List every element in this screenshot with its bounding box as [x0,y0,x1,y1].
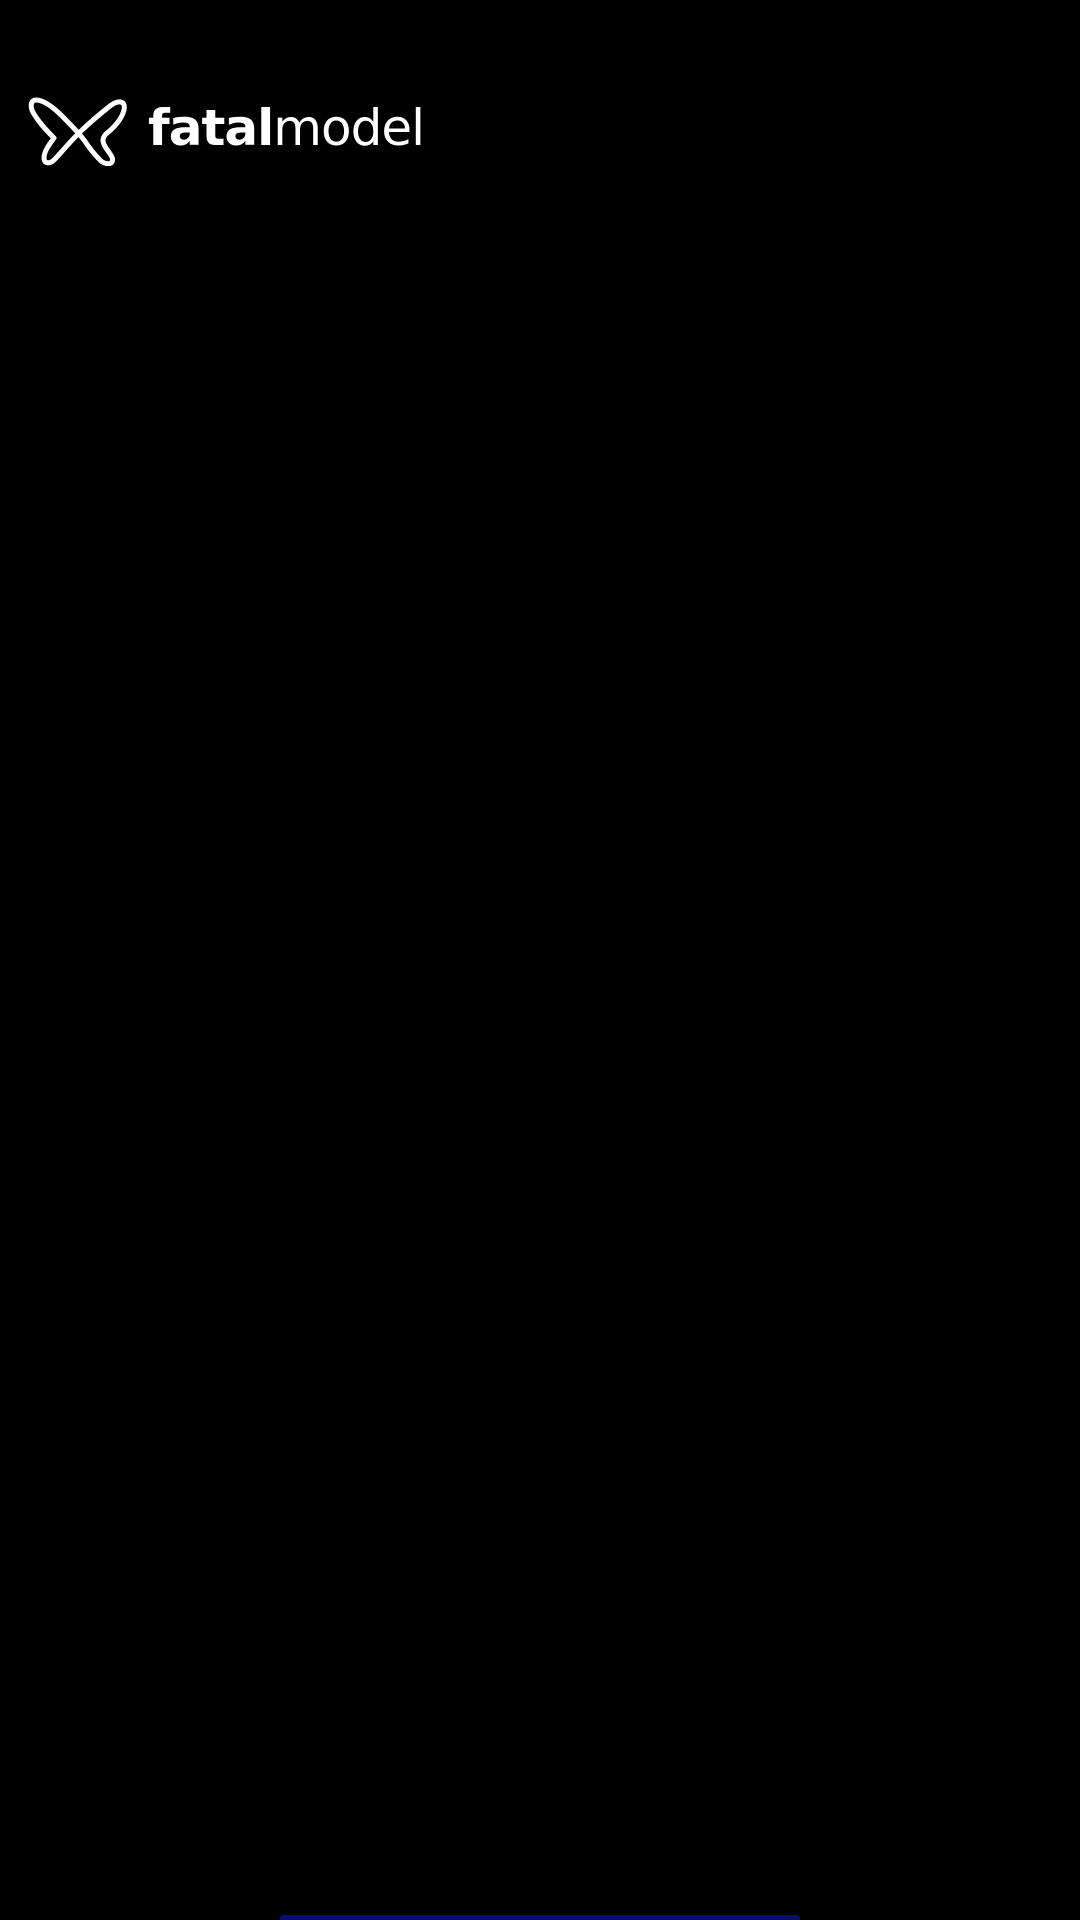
brand-part-fatal: fatal [148,99,274,157]
brand-part-model: model [273,99,425,157]
bottom-indicator-bar [280,1915,800,1920]
app-screen: fatalmodel [0,0,1080,1920]
butterfly-logo-icon [28,97,127,166]
app-header: fatalmodel [28,94,425,166]
empty-content-area [0,200,1080,1900]
brand-wordmark: fatalmodel [148,103,425,153]
